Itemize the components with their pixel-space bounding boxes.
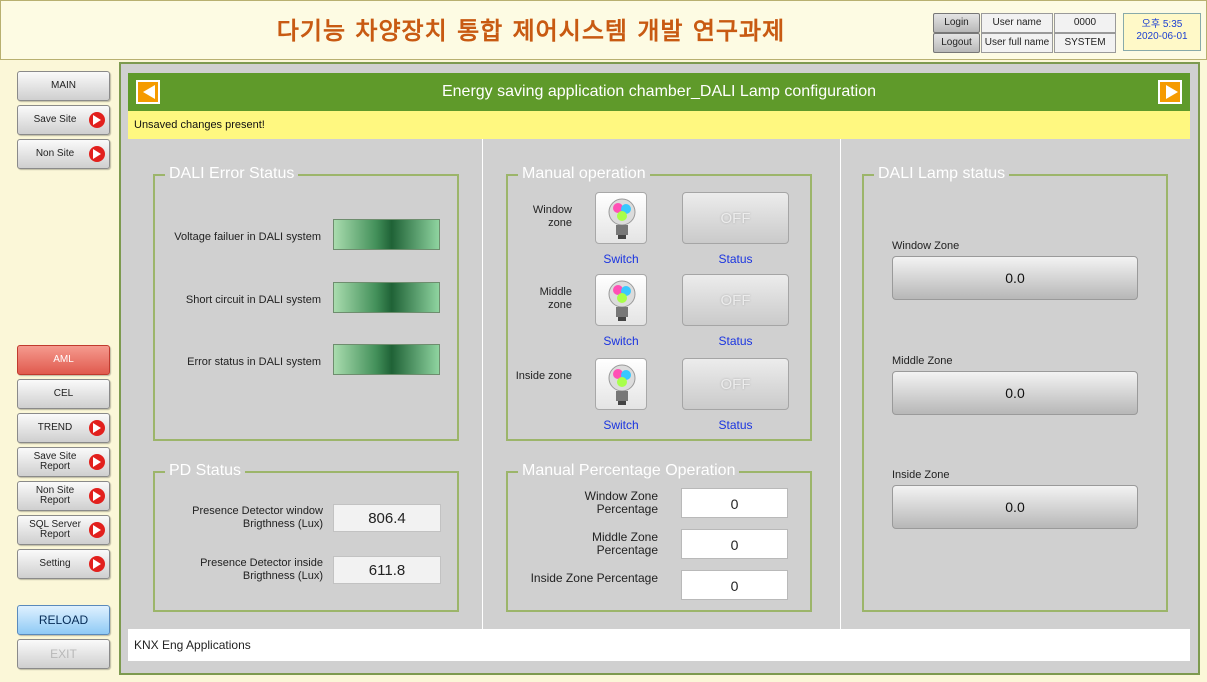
middle-switch-label: Switch — [603, 334, 639, 348]
trend-button[interactable]: TREND — [17, 413, 110, 443]
user-full-name-value: SYSTEM — [1054, 33, 1116, 53]
inside-zone-lamp-value: 0.0 — [892, 485, 1138, 529]
column-divider — [840, 139, 841, 629]
inside-zone-switch[interactable] — [595, 358, 647, 410]
inside-zone-status: OFF — [682, 358, 789, 410]
login-button[interactable]: Login — [933, 13, 980, 33]
inside-zone-lamp-label: Inside Zone — [892, 469, 950, 481]
non-site-button[interactable]: Non Site — [17, 139, 110, 169]
middle-zone-label: Middle zone — [539, 286, 572, 311]
pd-inside-label: Presence Detector inside Brigthness (Lux… — [200, 557, 323, 582]
pd-inside-value: 611.8 — [333, 556, 441, 584]
setting-button[interactable]: Setting — [17, 549, 110, 579]
arrow-right-icon — [89, 556, 105, 572]
inside-percentage-label: Inside Zone Percentage — [530, 571, 658, 585]
window-zone-lamp-value: 0.0 — [892, 256, 1138, 300]
short-circuit-indicator — [333, 282, 440, 313]
app-title: 다기능 차양장치 통합 제어시스템 개발 연구과제 — [276, 17, 786, 45]
footer: KNX Eng Applications — [128, 629, 1190, 661]
aml-button[interactable]: AML — [17, 345, 110, 375]
window-zone-switch[interactable] — [595, 192, 647, 244]
middle-percentage-label: Middle Zone Percentage — [591, 530, 658, 557]
error-status-label: Error status in DALI system — [187, 356, 321, 368]
middle-status-label: Status — [718, 334, 753, 348]
dali-error-status-title: DALI Error Status — [165, 165, 299, 183]
arrow-right-icon — [89, 522, 105, 538]
window-zone-status: OFF — [682, 192, 789, 244]
window-percentage-input[interactable]: 0 — [681, 488, 788, 518]
rgb-bulb-icon — [608, 364, 636, 405]
unsaved-warning: Unsaved changes present! — [128, 111, 1190, 139]
logout-button[interactable]: Logout — [933, 33, 980, 53]
rgb-bulb-icon — [608, 280, 636, 321]
prev-page-arrow-icon[interactable] — [136, 80, 160, 104]
manual-operation-title: Manual operation — [518, 165, 650, 183]
sql-server-report-button[interactable]: SQL Server Report — [17, 515, 110, 545]
page-title: Energy saving application chamber_DALI L… — [441, 83, 877, 100]
main-panel: Energy saving application chamber_DALI L… — [119, 62, 1200, 675]
pd-status-group: PD Status Presence Detector window Brigt… — [153, 462, 459, 612]
arrow-right-icon — [89, 420, 105, 436]
page-title-bar: Energy saving application chamber_DALI L… — [128, 73, 1190, 111]
pd-window-value: 806.4 — [333, 504, 441, 532]
manual-percentage-title: Manual Percentage Operation — [518, 462, 740, 480]
clock-date: 2020-06-01 — [1136, 31, 1188, 42]
cel-button[interactable]: CEL — [17, 379, 110, 409]
inside-percentage-input[interactable]: 0 — [681, 570, 788, 600]
pd-status-title: PD Status — [165, 462, 246, 480]
window-switch-label: Switch — [603, 252, 639, 266]
middle-zone-status: OFF — [682, 274, 789, 326]
non-site-report-button[interactable]: Non Site Report — [17, 481, 110, 511]
short-circuit-label: Short circuit in DALI system — [185, 294, 321, 306]
inside-status-label: Status — [718, 418, 753, 432]
arrow-right-icon — [89, 454, 105, 470]
save-site-report-button[interactable]: Save Site Report — [17, 447, 110, 477]
window-percentage-label: Window Zone Percentage — [584, 489, 658, 516]
save-site-button[interactable]: Save Site — [17, 105, 110, 135]
exit-button[interactable]: EXIT — [17, 639, 110, 669]
rgb-bulb-icon — [608, 198, 636, 239]
dali-lamp-status-title: DALI Lamp status — [874, 165, 1010, 183]
window-zone-label: Window zone — [532, 204, 572, 229]
voltage-failure-indicator — [333, 219, 440, 250]
clock: 오후 5:35 2020-06-01 — [1123, 13, 1201, 51]
middle-percentage-input[interactable]: 0 — [681, 529, 788, 559]
manual-operation-group: Manual operation Window zone OFF Switch … — [506, 165, 812, 441]
error-status-indicator — [333, 344, 440, 375]
user-full-name-label: User full name — [981, 33, 1053, 53]
window-status-label: Status — [718, 252, 753, 266]
middle-zone-lamp-label: Middle Zone — [892, 355, 953, 367]
middle-zone-lamp-value: 0.0 — [892, 371, 1138, 415]
voltage-failure-label: Voltage failuer in DALI system — [174, 231, 321, 243]
column-divider — [482, 139, 483, 629]
main-button[interactable]: MAIN — [17, 71, 110, 101]
dali-lamp-status-group: DALI Lamp status Window Zone 0.0 Middle … — [862, 165, 1168, 612]
middle-zone-switch[interactable] — [595, 274, 647, 326]
user-name-label: User name — [981, 13, 1053, 33]
inside-zone-label: Inside zone — [515, 370, 572, 382]
clock-time: 오후 5:35 — [1141, 19, 1183, 30]
next-page-arrow-icon[interactable] — [1158, 80, 1182, 104]
window-zone-lamp-label: Window Zone — [892, 240, 960, 252]
inside-switch-label: Switch — [603, 418, 639, 432]
header: 다기능 차양장치 통합 제어시스템 개발 연구과제 Login Logout U… — [0, 0, 1207, 60]
arrow-right-icon — [89, 112, 105, 128]
arrow-right-icon — [89, 146, 105, 162]
reload-button[interactable]: RELOAD — [17, 605, 110, 635]
dali-error-status-group: DALI Error Status Voltage failuer in DAL… — [153, 165, 459, 441]
user-name-value: 0000 — [1054, 13, 1116, 33]
manual-percentage-group: Manual Percentage Operation Window Zone … — [506, 462, 812, 612]
pd-window-label: Presence Detector window Brigthness (Lux… — [192, 505, 323, 530]
arrow-right-icon — [89, 488, 105, 504]
